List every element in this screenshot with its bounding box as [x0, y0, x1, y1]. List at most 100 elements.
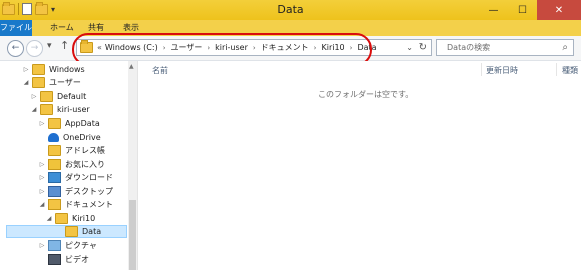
tree-item-data[interactable]: Data: [6, 225, 127, 238]
tree-item-desktop[interactable]: ▷ デスクトップ: [38, 185, 113, 198]
tree-item-label: ユーザー: [49, 78, 81, 87]
desktop-icon: [48, 186, 61, 197]
tree-item-videos[interactable]: ビデオ: [38, 253, 89, 266]
contacts-icon: [48, 145, 61, 156]
tree-item-label: デスクトップ: [65, 187, 113, 196]
search-icon[interactable]: ⌕: [562, 40, 568, 55]
expand-arrow-icon[interactable]: ▷: [38, 120, 46, 127]
tab-view[interactable]: 表示: [117, 20, 145, 36]
refresh-icon[interactable]: ↻: [419, 42, 427, 53]
tree-item-label: kiri-user: [57, 105, 90, 114]
tree-item-label: Kiri10: [72, 214, 96, 223]
folder-icon: [80, 40, 93, 53]
user-folder-icon: [40, 104, 53, 115]
breadcrumb-chevron-icon[interactable]: ›: [207, 44, 210, 52]
breadcrumb-overflow[interactable]: «: [97, 43, 102, 52]
breadcrumb-chevron-icon[interactable]: ›: [314, 44, 317, 52]
collapse-arrow-icon[interactable]: ◢: [30, 106, 38, 113]
tree-item-label: ドキュメント: [65, 200, 113, 209]
file-list[interactable]: 名前 更新日時 種類 このフォルダーは空です。: [138, 61, 581, 270]
folder-icon: [48, 118, 61, 129]
minimize-button[interactable]: —: [479, 0, 508, 20]
title-bar: ▾ Data — ☐ ✕: [0, 0, 581, 20]
tree-item-label: AppData: [65, 119, 100, 128]
expand-arrow-icon[interactable]: ▷: [38, 242, 46, 249]
search-input[interactable]: Dataの検索 ⌕: [436, 39, 574, 56]
tree-item-documents[interactable]: ◢ ドキュメント: [38, 198, 113, 211]
column-header-name[interactable]: 名前: [152, 65, 168, 76]
scroll-up-icon[interactable]: ▲: [129, 63, 134, 70]
nav-scrollbar-thumb[interactable]: [129, 200, 136, 270]
back-button[interactable]: ←: [7, 40, 24, 57]
column-header-type[interactable]: 種類: [562, 65, 578, 76]
address-bar[interactable]: « Windows (C:) › ユーザー › kiri-user › ドキュメ…: [76, 39, 432, 56]
tree-item-label: Default: [57, 92, 87, 101]
recent-locations-button[interactable]: ▾: [47, 41, 52, 51]
expand-arrow-icon[interactable]: ▷: [38, 188, 46, 195]
column-divider[interactable]: [481, 63, 482, 76]
tab-home[interactable]: ホーム: [44, 20, 80, 36]
folder-icon: [65, 226, 78, 237]
tree-item-contacts[interactable]: アドレス帳: [38, 144, 105, 157]
tree-item-label: Data: [82, 227, 102, 236]
expand-arrow-icon[interactable]: ▷: [22, 66, 30, 73]
column-header-modified[interactable]: 更新日時: [486, 65, 518, 76]
drive-icon: [32, 64, 45, 75]
tree-item-kiri10[interactable]: ◢ Kiri10: [45, 212, 95, 225]
tree-item-label: ダウンロード: [65, 173, 113, 182]
navigation-pane[interactable]: ▷ Windows ◢ ユーザー ▷ Default ◢ kiri-user ▷…: [0, 61, 138, 270]
search-placeholder: Dataの検索: [447, 43, 491, 52]
tree-item-label: ピクチャ: [65, 241, 97, 250]
address-dropdown-icon[interactable]: ⌄: [406, 43, 413, 52]
tree-item-default[interactable]: ▷ Default: [30, 90, 86, 103]
breadcrumb-item[interactable]: Kiri10: [321, 43, 344, 52]
breadcrumb-item[interactable]: Windows (C:): [105, 43, 158, 52]
expand-arrow-icon[interactable]: ▷: [30, 93, 38, 100]
tree-item-label: アドレス帳: [65, 146, 105, 155]
breadcrumb: « Windows (C:) › ユーザー › kiri-user › ドキュメ…: [97, 42, 377, 53]
tree-item-label: OneDrive: [63, 133, 101, 142]
forward-button[interactable]: →: [26, 40, 43, 57]
breadcrumb-chevron-icon[interactable]: ›: [253, 44, 256, 52]
empty-folder-message: このフォルダーは空です。: [318, 90, 414, 99]
videos-icon: [48, 254, 61, 265]
favorites-icon: [48, 159, 61, 170]
tree-item-kiri-user[interactable]: ◢ kiri-user: [30, 103, 90, 116]
up-button[interactable]: ↑: [60, 39, 69, 52]
tree-item-label: お気に入り: [65, 160, 105, 169]
tree-item-label: ビデオ: [65, 255, 89, 264]
breadcrumb-item[interactable]: ユーザー: [171, 42, 203, 53]
navigation-bar: ← → ▾ ↑ « Windows (C:) › ユーザー › kiri-use…: [0, 36, 581, 61]
column-divider[interactable]: [556, 63, 557, 76]
folder-icon: [55, 213, 68, 224]
close-button[interactable]: ✕: [537, 0, 581, 20]
tree-item-label: Windows: [49, 65, 85, 74]
tree-item-users[interactable]: ◢ ユーザー: [22, 76, 81, 89]
folder-icon: [32, 77, 45, 88]
collapse-arrow-icon[interactable]: ◢: [45, 215, 53, 222]
breadcrumb-item[interactable]: Data: [357, 43, 376, 52]
breadcrumb-item[interactable]: ドキュメント: [261, 42, 309, 53]
ribbon: ファイル ホーム 共有 表示: [0, 20, 581, 37]
tree-item-downloads[interactable]: ▷ ダウンロード: [38, 171, 113, 184]
maximize-button[interactable]: ☐: [508, 0, 537, 20]
tree-item-pictures[interactable]: ▷ ピクチャ: [38, 239, 97, 252]
tree-item-windows[interactable]: ▷ Windows: [22, 63, 85, 76]
expand-arrow-icon[interactable]: ▷: [38, 174, 46, 181]
pictures-icon: [48, 240, 61, 251]
breadcrumb-item[interactable]: kiri-user: [215, 43, 248, 52]
breadcrumb-chevron-icon[interactable]: ›: [163, 44, 166, 52]
expand-arrow-icon[interactable]: ▷: [38, 161, 46, 168]
collapse-arrow-icon[interactable]: ◢: [38, 201, 46, 208]
tree-item-appdata[interactable]: ▷ AppData: [38, 117, 100, 130]
documents-icon: [48, 199, 61, 210]
breadcrumb-chevron-icon[interactable]: ›: [350, 44, 353, 52]
onedrive-icon: [48, 133, 59, 142]
tree-item-onedrive[interactable]: OneDrive: [38, 131, 101, 144]
downloads-icon: [48, 172, 61, 183]
tab-share[interactable]: 共有: [82, 20, 110, 36]
window-controls: — ☐ ✕: [479, 0, 581, 20]
tree-item-favorites[interactable]: ▷ お気に入り: [38, 158, 105, 171]
tab-file[interactable]: ファイル: [0, 20, 32, 36]
collapse-arrow-icon[interactable]: ◢: [22, 79, 30, 86]
